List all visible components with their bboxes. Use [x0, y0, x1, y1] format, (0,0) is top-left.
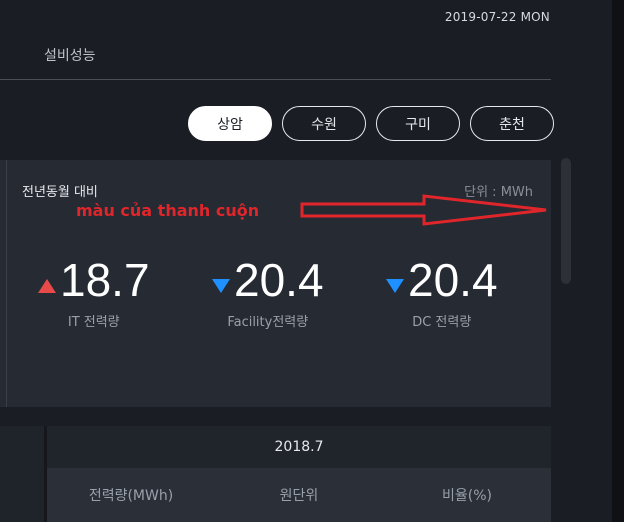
- tab-divider: [0, 79, 551, 80]
- metric-label: IT 전력량: [67, 315, 120, 330]
- metric-label: DC 전력량: [412, 315, 472, 330]
- trend-down-icon: [212, 278, 230, 297]
- metric-facility-power: 20.4 Facility전력량: [212, 257, 324, 330]
- region-button-suwon[interactable]: 수원: [282, 106, 366, 141]
- region-button-sangam[interactable]: 상암: [188, 106, 272, 141]
- region-selector: 상암 수원 구미 춘천: [188, 106, 554, 141]
- metric-value: 20.4: [408, 254, 498, 306]
- table-column-headers: 전력량(MWh) 원단위 비율(%): [47, 468, 551, 522]
- header-cut-text: [450, 0, 550, 2]
- card-left-divider: [6, 160, 7, 407]
- scrollbar-thumb[interactable]: [561, 158, 571, 284]
- annotation-arrow-icon: [300, 194, 547, 226]
- trend-down-icon: [386, 278, 404, 297]
- table-period-header: 2018.7: [47, 426, 551, 468]
- current-date: 2019-07-22 MON: [444, 10, 550, 24]
- annotation-text: màu của thanh cuộn: [76, 201, 260, 220]
- metric-value: 18.7: [60, 254, 150, 306]
- column-header-unit: 원단위: [279, 488, 319, 504]
- metric-it-power: 18.7 IT 전력량: [38, 257, 150, 330]
- table-left-column: [0, 426, 44, 522]
- window-edge: [612, 0, 624, 522]
- metric-value: 20.4: [234, 254, 324, 306]
- region-button-chuncheon[interactable]: 춘천: [470, 106, 554, 141]
- metric-dc-power: 20.4 DC 전력량: [386, 257, 498, 330]
- tab-equipment-performance[interactable]: 설비성능: [44, 45, 96, 65]
- region-button-gumi[interactable]: 구미: [376, 106, 460, 141]
- column-header-ratio: 비율(%): [442, 488, 492, 504]
- trend-up-icon: [38, 278, 56, 297]
- card-title: 전년동월 대비: [22, 185, 98, 200]
- column-header-power: 전력량(MWh): [88, 488, 174, 504]
- power-table: 2018.7 전력량(MWh) 원단위 비율(%): [0, 426, 551, 522]
- metric-label: Facility전력량: [227, 315, 309, 330]
